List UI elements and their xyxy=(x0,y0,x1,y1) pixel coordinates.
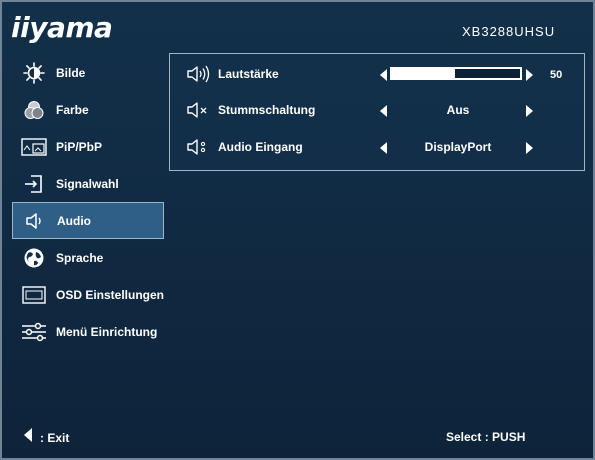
audio-input-row[interactable]: Audio Eingang DisplayPort xyxy=(170,134,584,160)
menu-item-sprache[interactable]: Sprache xyxy=(12,239,164,276)
next-arrow-icon[interactable] xyxy=(526,104,533,117)
increase-arrow-icon[interactable] xyxy=(526,68,533,81)
speaker-volume-icon xyxy=(186,64,212,84)
menu-label: Sprache xyxy=(56,250,104,265)
model-name: XB3288UHSU xyxy=(462,24,556,39)
menu-label: Farbe xyxy=(56,102,89,117)
volume-row[interactable]: Lautstärke 50 xyxy=(170,61,584,87)
main-menu: Bilde Farbe PiP/PbP Signalwahl Audio Spr… xyxy=(12,54,164,350)
volume-slider-empty xyxy=(455,69,520,78)
speaker-input-icon xyxy=(186,137,212,157)
speaker-mute-icon xyxy=(186,100,212,120)
osd-menu: iiyama XB3288UHSU Bilde Farbe PiP/PbP Si… xyxy=(0,0,595,460)
input-source-icon xyxy=(19,173,49,195)
mute-label: Stummschaltung xyxy=(218,103,316,117)
volume-value: 50 xyxy=(550,69,563,81)
color-icon xyxy=(19,99,49,121)
menu-item-menue-einrichtung[interactable]: Menü Einrichtung xyxy=(12,313,164,350)
sliders-icon xyxy=(19,321,49,343)
speaker-icon xyxy=(20,210,50,232)
previous-arrow-icon[interactable] xyxy=(380,141,387,154)
menu-item-farbe[interactable]: Farbe xyxy=(12,91,164,128)
pip-icon xyxy=(19,136,49,158)
volume-slider[interactable] xyxy=(390,67,522,80)
menu-item-pip-pbp[interactable]: PiP/PbP xyxy=(12,128,164,165)
audio-settings-panel: Lautstärke 50 Stummschaltung Aus Audio E… xyxy=(169,53,585,171)
audio-input-label: Audio Eingang xyxy=(218,140,303,154)
mute-row[interactable]: Stummschaltung Aus xyxy=(170,97,584,123)
menu-item-osd-einstellungen[interactable]: OSD Einstellungen xyxy=(12,276,164,313)
previous-arrow-icon[interactable] xyxy=(380,104,387,117)
mute-value: Aus xyxy=(446,103,470,117)
menu-item-signalwahl[interactable]: Signalwahl xyxy=(12,165,164,202)
select-hint: Select : PUSH xyxy=(446,430,526,444)
menu-label: Menü Einrichtung xyxy=(56,324,158,339)
audio-input-value: DisplayPort xyxy=(424,140,492,154)
brand-logo: iiyama xyxy=(11,11,113,44)
osd-icon xyxy=(19,284,49,306)
menu-item-bilde[interactable]: Bilde xyxy=(12,54,164,91)
menu-item-audio[interactable]: Audio xyxy=(12,202,164,239)
menu-label: OSD Einstellungen xyxy=(55,287,164,302)
volume-label: Lautstärke xyxy=(218,67,279,81)
back-arrow-icon xyxy=(24,428,32,447)
menu-label: PiP/PbP xyxy=(56,139,103,154)
globe-icon xyxy=(19,247,49,269)
decrease-arrow-icon[interactable] xyxy=(380,68,387,81)
exit-hint[interactable]: : Exit xyxy=(24,428,69,447)
menu-label: Signalwahl xyxy=(56,176,119,191)
brightness-icon xyxy=(19,61,49,84)
next-arrow-icon[interactable] xyxy=(526,141,533,154)
exit-label: : Exit xyxy=(40,430,70,445)
menu-label: Audio xyxy=(57,213,91,228)
menu-label: Bilde xyxy=(56,65,86,80)
